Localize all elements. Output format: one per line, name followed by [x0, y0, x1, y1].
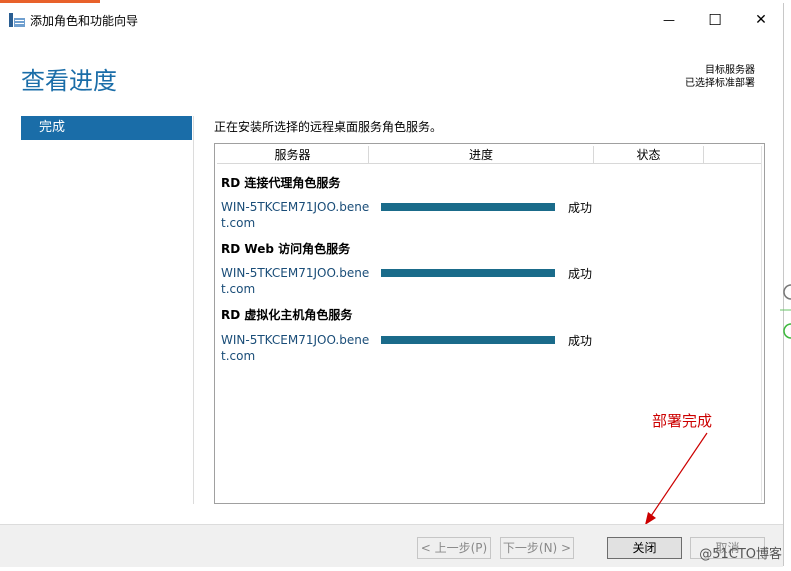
- server-name: WIN-5TKCEM71JOO.benet.com: [221, 266, 370, 296]
- server-name: WIN-5TKCEM71JOO.benet.com: [221, 333, 370, 363]
- column-header-status[interactable]: 状态: [594, 146, 704, 164]
- server-manager-icon: [9, 13, 25, 27]
- background-window-edge: [780, 284, 791, 339]
- maximize-button[interactable]: ☐: [700, 9, 730, 31]
- close-icon: ✕: [755, 12, 767, 28]
- minimize-button[interactable]: —: [654, 9, 684, 31]
- step-item-complete[interactable]: 完成: [21, 116, 192, 140]
- server-name: WIN-5TKCEM71JOO.benet.com: [221, 200, 370, 230]
- progress-bar: [381, 269, 555, 277]
- progress-bar: [381, 336, 555, 344]
- target-server-value: 已选择标准部署: [685, 78, 755, 89]
- watermark: @51CTO博客: [699, 547, 782, 562]
- status-text: 成功: [568, 334, 593, 348]
- progress-fill: [381, 336, 555, 344]
- step-item-label: 完成: [39, 120, 66, 135]
- progress-fill: [381, 203, 555, 211]
- next-button[interactable]: 下一步(N) >: [500, 537, 574, 559]
- status-message: 正在安装所选择的远程桌面服务角色服务。: [214, 120, 443, 134]
- status-text: 成功: [568, 267, 593, 281]
- group-title: RD 连接代理角色服务: [221, 176, 341, 190]
- results-scrollbar[interactable]: [761, 146, 762, 501]
- title-bar: 添加角色和功能向导 — ☐ ✕: [0, 3, 783, 36]
- previous-button[interactable]: < 上一步(P): [417, 537, 491, 559]
- wizard-steps-nav: 完成: [21, 116, 192, 140]
- status-text: 成功: [568, 201, 593, 215]
- annotation-label: 部署完成: [652, 412, 713, 430]
- close-window-button[interactable]: ✕: [746, 9, 776, 31]
- page-title: 查看进度: [21, 67, 117, 95]
- wizard-footer: < 上一步(P) 下一步(N) > 关闭 取消: [0, 524, 783, 567]
- group-title: RD 虚拟化主机角色服务: [221, 308, 353, 322]
- wizard-window: 添加角色和功能向导 — ☐ ✕ 查看进度 目标服务器 已选择标准部署 完成 正在…: [0, 3, 784, 567]
- maximize-icon: ☐: [708, 11, 722, 29]
- progress-fill: [381, 269, 555, 277]
- close-button[interactable]: 关闭: [607, 537, 682, 559]
- group-title: RD Web 访问角色服务: [221, 242, 351, 256]
- progress-bar: [381, 203, 555, 211]
- window-title: 添加角色和功能向导: [30, 14, 139, 28]
- column-header-spacer: [704, 146, 762, 164]
- results-table: 服务器 进度 状态 RD 连接代理角色服务 WIN-5TKCEM71JOO.be…: [214, 143, 765, 504]
- column-header-server[interactable]: 服务器: [217, 146, 369, 164]
- minimize-icon: —: [663, 13, 675, 27]
- column-header-progress[interactable]: 进度: [369, 146, 594, 164]
- nav-divider: [193, 116, 194, 504]
